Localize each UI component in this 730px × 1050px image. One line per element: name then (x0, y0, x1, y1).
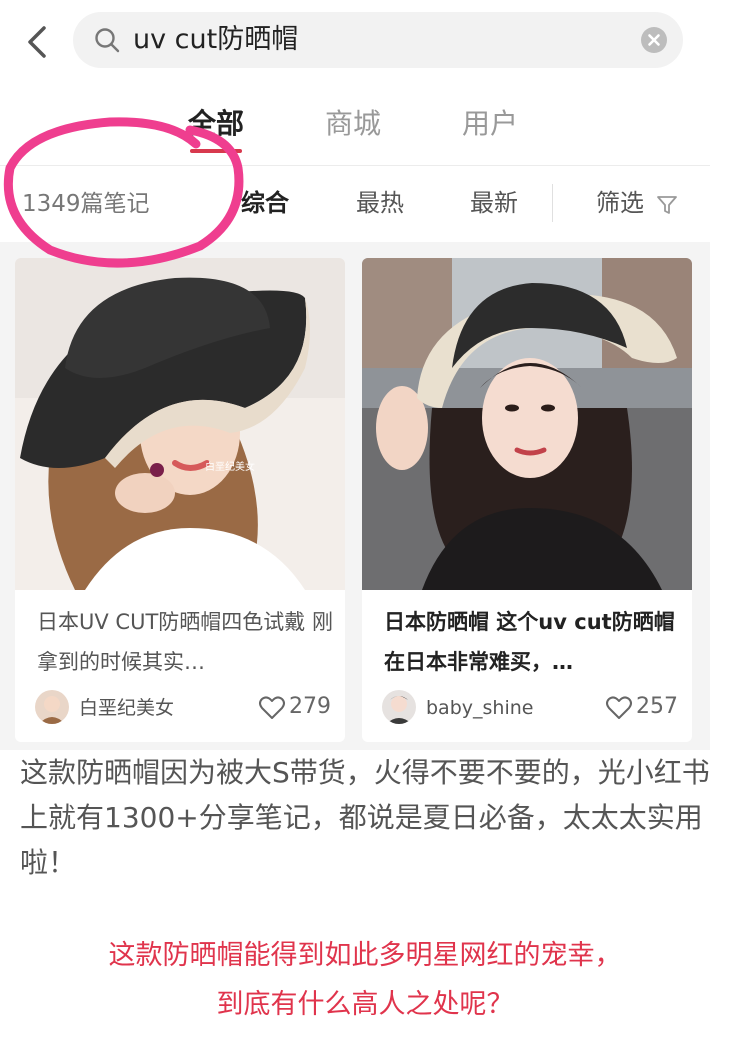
author-name[interactable]: baby_shine (426, 694, 533, 722)
sort-newest[interactable]: 最新 (470, 186, 518, 220)
search-icon (95, 28, 120, 53)
highlight-line: 到底有什么高人之处呢？ (216, 989, 514, 1020)
tab-mall[interactable]: 商城 (325, 104, 381, 144)
clear-search-button[interactable] (641, 27, 667, 53)
avatar[interactable] (35, 690, 69, 724)
sort-hottest[interactable]: 最热 (356, 186, 404, 220)
filter-button[interactable]: 筛选 (596, 186, 644, 220)
annotation-circle (3, 117, 244, 268)
highlight-line: 这款防晒帽能得到如此多明星网红的宠幸， (108, 940, 622, 971)
search-box[interactable]: uv cut防晒帽 (73, 12, 683, 68)
like-count: 257 (636, 694, 678, 719)
note-cover-image[interactable] (15, 258, 345, 590)
chevron-left-icon (28, 26, 46, 58)
note-card[interactable]: 日本防晒帽 这个uv cut防晒帽在日本非常难买，… baby_shine 25… (362, 258, 692, 742)
author-name[interactable]: 白垩纪美女 (79, 694, 174, 722)
avatar[interactable] (382, 690, 416, 724)
heart-icon[interactable] (605, 695, 633, 721)
tab-users[interactable]: 用户 (462, 104, 518, 144)
note-cover-image[interactable] (362, 258, 692, 590)
note-title[interactable]: 日本防晒帽 这个uv cut防晒帽在日本非常难买，… (384, 602, 680, 682)
funnel-icon[interactable] (656, 194, 678, 216)
image-watermark: 白垩纪美女 (205, 462, 255, 473)
back-button[interactable] (22, 22, 56, 62)
article-paragraph: 这款防晒帽因为被大S带货，火得不要不要的，光小红书上就有1300+分享笔记，都说… (20, 756, 710, 879)
divider (552, 184, 553, 222)
like-count: 279 (289, 694, 331, 719)
note-card[interactable]: 白垩纪美女 日本UV CUT防晒帽四色试戴 刚拿到的时候其实… 白垩纪美女 27… (15, 258, 345, 742)
heart-icon[interactable] (258, 695, 286, 721)
note-title[interactable]: 日本UV CUT防晒帽四色试戴 刚拿到的时候其实… (37, 602, 333, 682)
close-icon (648, 34, 660, 46)
search-input[interactable]: uv cut防晒帽 (133, 22, 298, 58)
